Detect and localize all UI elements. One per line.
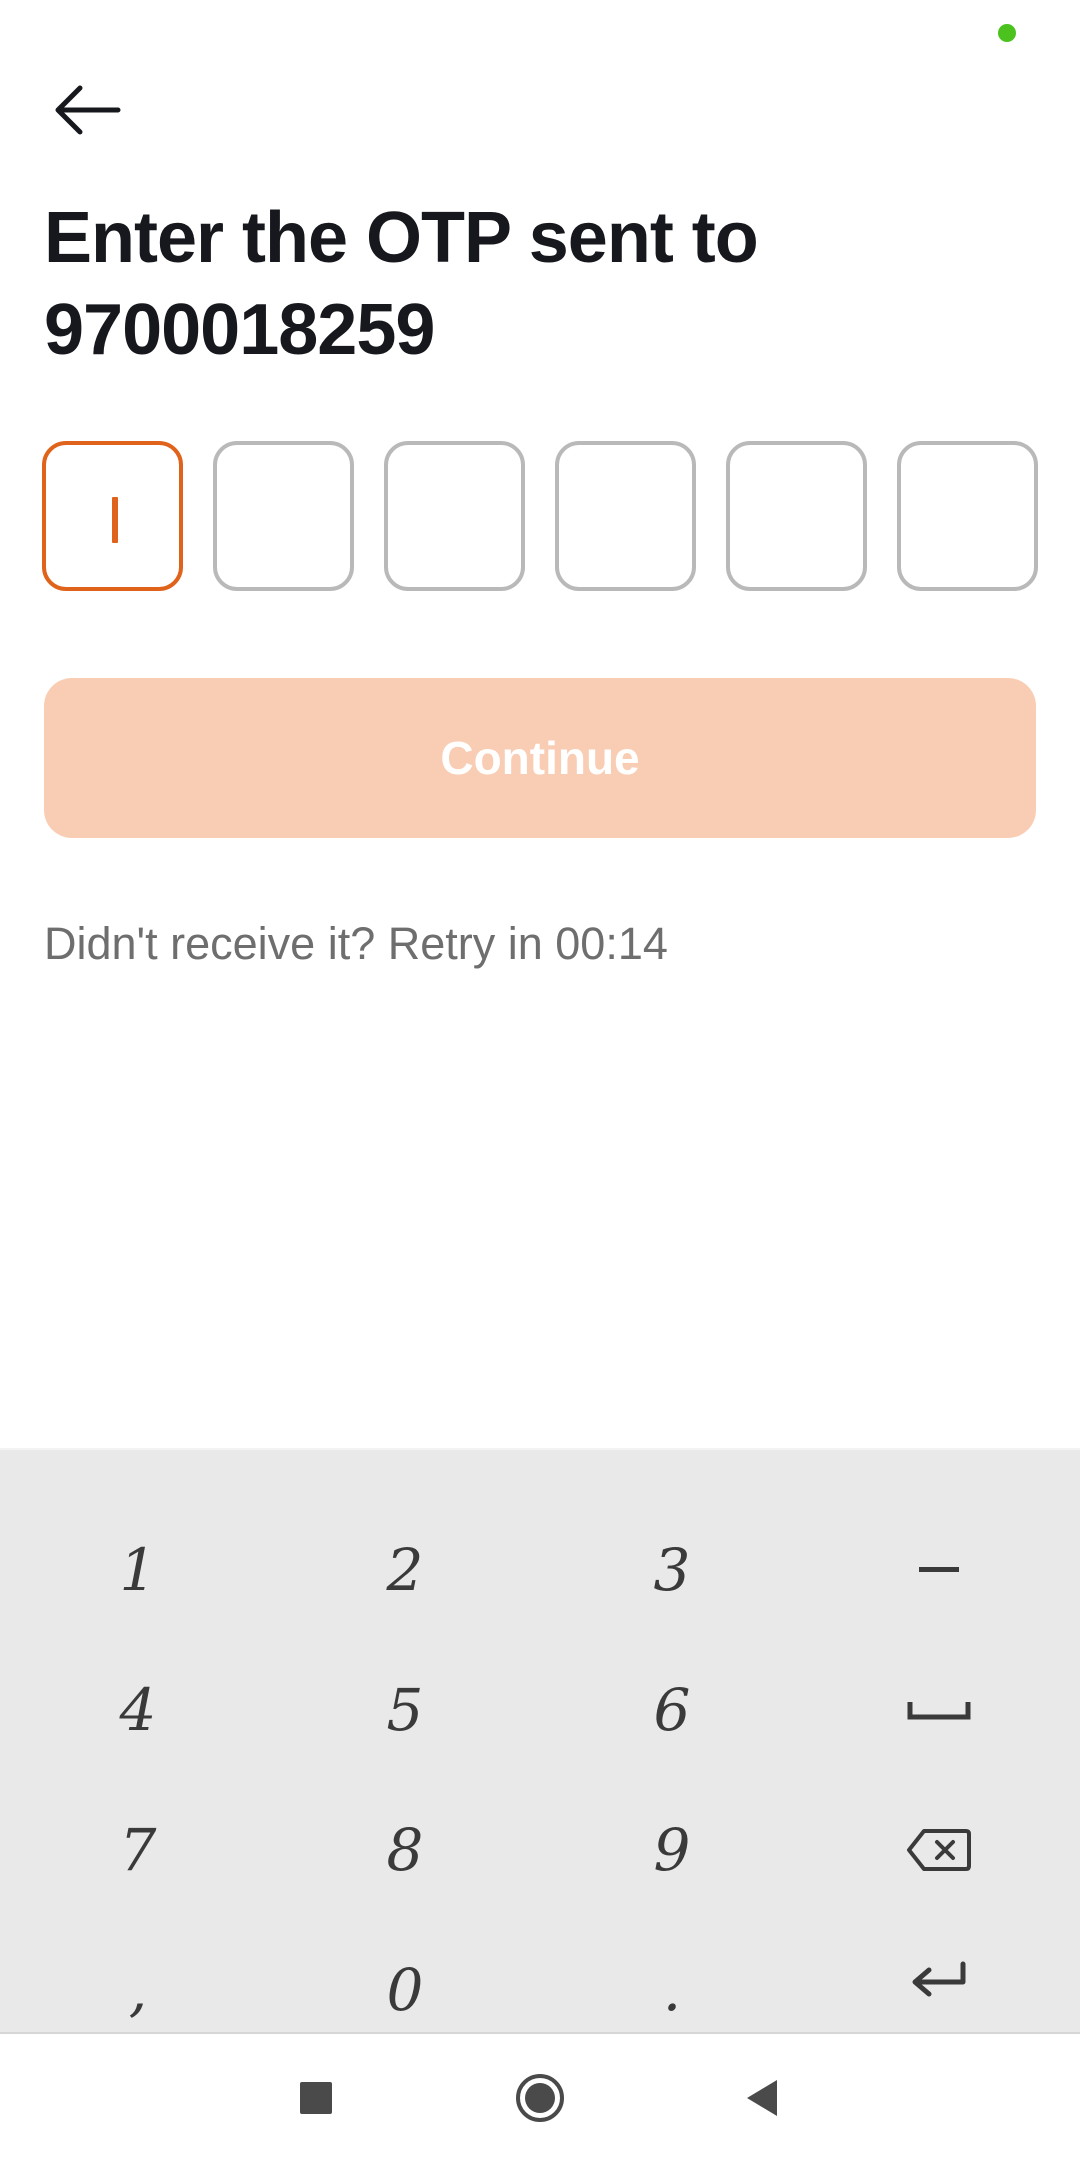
phone-number: 9700018259 — [44, 290, 435, 370]
minus-icon — [919, 1567, 959, 1572]
system-navigation-bar — [0, 2032, 1080, 2162]
key-6[interactable]: 6 — [537, 1640, 807, 1780]
status-dot-icon — [998, 24, 1016, 42]
otp-box-3[interactable] — [384, 441, 525, 591]
otp-box-4[interactable] — [555, 441, 696, 591]
key-space[interactable] — [804, 1640, 1074, 1780]
continue-button[interactable]: Continue — [44, 678, 1036, 838]
key-7[interactable]: 7 — [3, 1780, 273, 1920]
page-title: Enter the OTP sent to 9700018259 — [44, 192, 1044, 376]
title-line-1: Enter the OTP sent to — [44, 198, 759, 278]
key-2[interactable]: 2 — [270, 1500, 540, 1640]
key-enter[interactable] — [804, 1910, 1074, 2050]
otp-box-1[interactable] — [42, 441, 183, 591]
recents-button[interactable] — [256, 2034, 376, 2162]
backspace-icon — [907, 1829, 971, 1871]
otp-box-2[interactable] — [213, 441, 354, 591]
key-8[interactable]: 8 — [270, 1780, 540, 1920]
back-button[interactable] — [52, 72, 142, 148]
key-4[interactable]: 4 — [3, 1640, 273, 1780]
key-3[interactable]: 3 — [537, 1500, 807, 1640]
home-icon — [516, 2074, 564, 2122]
back-arrow-icon — [55, 85, 121, 135]
numeric-keyboard: 1 2 3 4 5 6 7 8 9 , 0 . — [0, 1448, 1080, 2034]
text-caret — [112, 497, 118, 543]
key-1[interactable]: 1 — [3, 1500, 273, 1640]
back-triangle-icon — [747, 2080, 777, 2116]
key-minus[interactable] — [804, 1500, 1074, 1640]
back-nav-button[interactable] — [702, 2034, 822, 2162]
otp-box-6[interactable] — [897, 441, 1038, 591]
home-button[interactable] — [480, 2034, 600, 2162]
key-backspace[interactable] — [804, 1780, 1074, 1920]
space-icon — [907, 1702, 971, 1720]
recents-icon — [300, 2082, 332, 2114]
retry-countdown: Didn't receive it? Retry in 00:14 — [44, 918, 668, 969]
enter-icon — [912, 1961, 966, 1997]
key-5[interactable]: 5 — [270, 1640, 540, 1780]
key-9[interactable]: 9 — [537, 1780, 807, 1920]
otp-box-5[interactable] — [726, 441, 867, 591]
